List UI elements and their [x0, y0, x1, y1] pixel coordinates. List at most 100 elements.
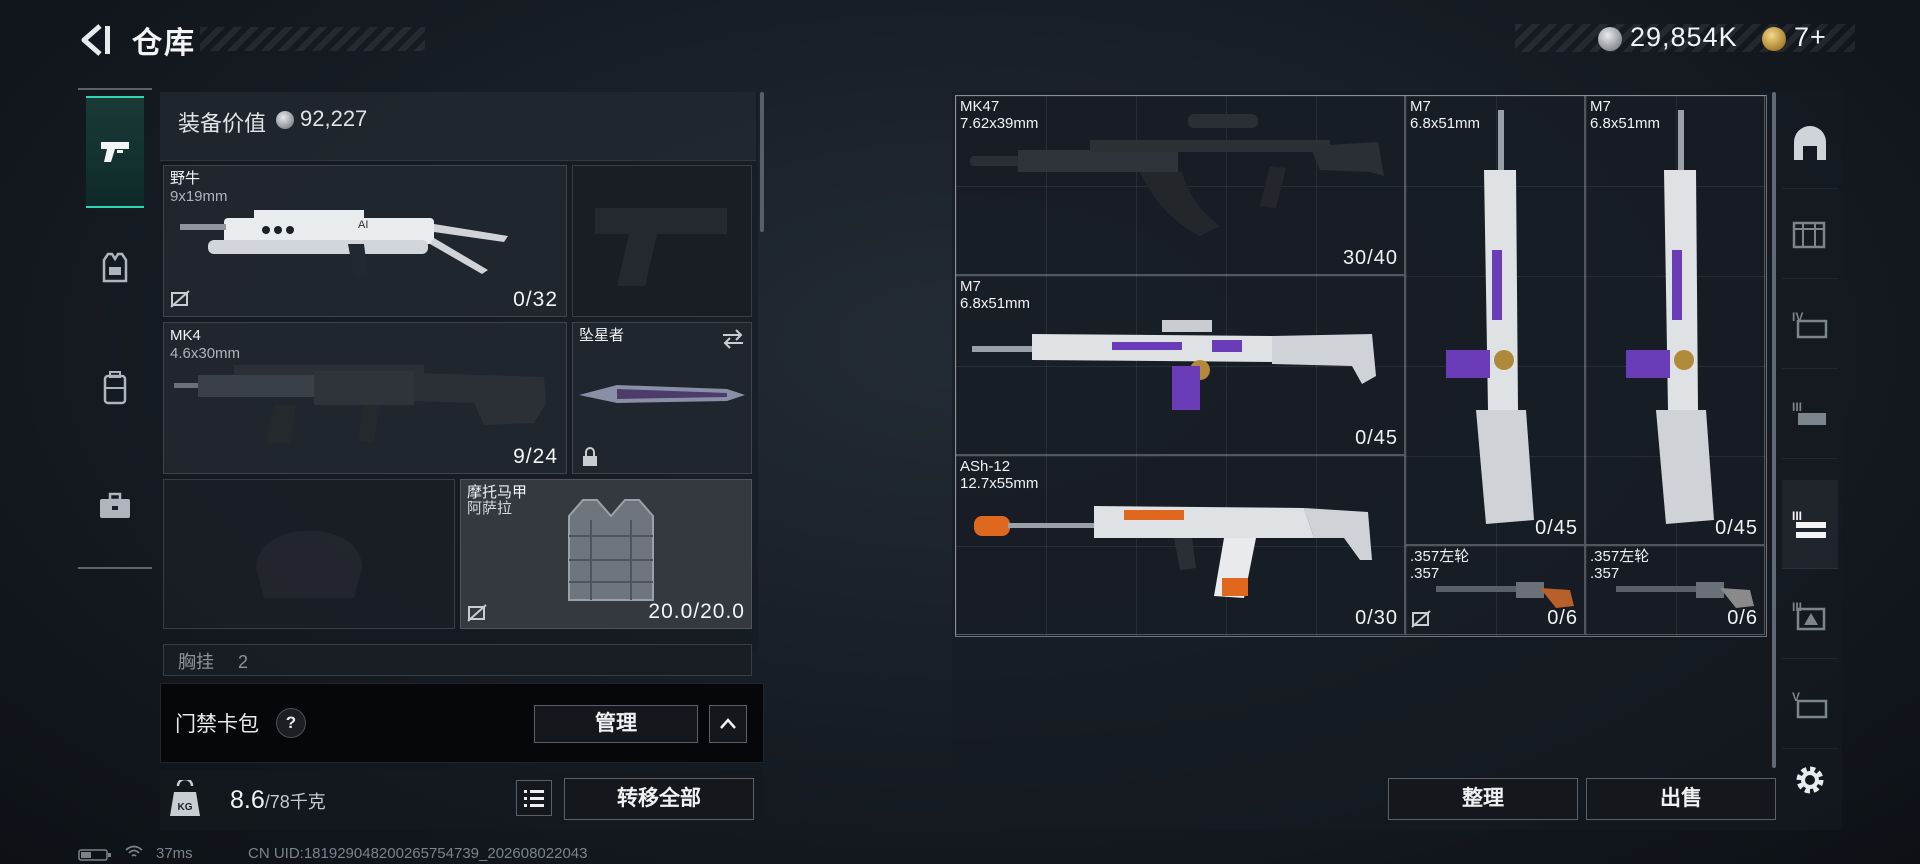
iii-icon: III — [1792, 400, 1826, 425]
category-tab-level-iv[interactable]: IV — [1782, 280, 1838, 369]
category-tab-all[interactable] — [1782, 100, 1838, 189]
title-stripe — [200, 27, 425, 51]
primary-weapon-slot-1[interactable]: 野牛 9x19mm AI 0/32 — [163, 165, 567, 317]
melee-slot[interactable]: 坠星者 — [572, 322, 752, 474]
item-caliber: .357 — [1410, 565, 1440, 582]
category-tab-level-iii[interactable]: III — [1782, 370, 1838, 459]
ii-icon: III — [1792, 509, 1826, 538]
armor-slot[interactable]: 摩托马甲 阿萨拉 20.0/20.0 — [460, 479, 752, 629]
swap-icon[interactable] — [721, 329, 745, 349]
list-icon — [524, 790, 544, 807]
storage-item[interactable]: .357左轮 .357 0/6 — [1405, 545, 1585, 635]
sort-button[interactable]: 整理 — [1388, 778, 1578, 820]
ash12-rifle-icon — [974, 506, 1372, 598]
bunker-icon — [1794, 126, 1826, 160]
item-ammo: 30/40 — [1342, 247, 1398, 269]
iii-b-icon: III — [1792, 600, 1826, 631]
equipment-value: 92,227 — [300, 106, 368, 131]
melee-name: 坠星者 — [579, 327, 625, 344]
svg-text:III: III — [1792, 509, 1802, 523]
silver-currency-value: 29,854K — [1630, 22, 1738, 52]
category-tab-level-v[interactable]: V — [1782, 660, 1838, 749]
transfer-all-button[interactable]: 转移全部 — [564, 778, 754, 820]
m7-rifle-icon — [972, 320, 1376, 410]
item-ammo: 0/45 — [1355, 427, 1398, 449]
ping-value: 37ms — [156, 845, 193, 862]
gold-currency-value[interactable]: 7+ — [1794, 22, 1827, 53]
no-modify-icon — [170, 290, 190, 308]
item-ammo: 0/30 — [1355, 607, 1398, 629]
silver-coin-icon — [1598, 27, 1622, 51]
uid-text: CN UID:181929048200265754739_20260802204… — [248, 845, 588, 862]
item-name: M7 — [1590, 98, 1611, 115]
gear-icon — [1796, 766, 1824, 794]
item-ammo: 0/45 — [1535, 517, 1578, 539]
storage-item[interactable]: M7 6.8x51mm 0/45 — [1405, 95, 1585, 545]
pistol-silhouette-icon — [595, 208, 727, 286]
ammo-count: 9/24 — [513, 445, 558, 468]
no-modify-icon — [467, 604, 487, 622]
armor-sub-name: 阿萨拉 — [467, 500, 513, 517]
mk47-rifle-icon — [970, 114, 1384, 236]
tab-case[interactable] — [86, 452, 144, 560]
category-tab-container[interactable] — [1782, 190, 1838, 279]
rail-bottom-divider — [78, 567, 152, 569]
briefcase-icon — [100, 492, 130, 518]
sidearm-slot-empty[interactable] — [572, 165, 752, 317]
back-arrow-icon — [81, 24, 110, 56]
svg-text:III: III — [1792, 400, 1802, 414]
storage-item[interactable]: ASh-12 12.7x55mm 0/30 — [955, 455, 1431, 635]
primary-weapon-slot-2[interactable]: MK4 4.6x30mm 9/24 — [163, 322, 567, 474]
svg-text:AI: AI — [358, 219, 368, 231]
weight-max: /78千克 — [264, 792, 326, 812]
vest-item-icon — [568, 499, 654, 601]
lock-icon — [583, 447, 597, 466]
storage-item[interactable]: M7 6.8x51mm 0/45 — [955, 275, 1405, 455]
keycard-label: 门禁卡包 — [175, 713, 259, 736]
silver-coin-icon — [276, 111, 294, 129]
chest-rig-count: 2 — [238, 652, 249, 672]
pistol-icon — [101, 142, 129, 162]
list-view-button[interactable] — [516, 780, 552, 816]
helmet-slot-empty[interactable] — [163, 479, 455, 629]
manage-button[interactable]: 管理 — [534, 705, 698, 743]
helmet-silhouette-icon — [256, 530, 362, 598]
m7-rifle-vertical-icon — [1446, 110, 1534, 524]
chest-rig-slot[interactable]: 胸挂 2 — [163, 644, 752, 676]
battery-icon — [78, 849, 111, 861]
settings-button[interactable] — [1792, 762, 1830, 800]
storage-scrollbar[interactable] — [1772, 92, 1776, 768]
v-icon: V — [1792, 690, 1828, 719]
back-button[interactable] — [78, 20, 114, 60]
storage-item[interactable]: M7 6.8x51mm 0/45 — [1585, 95, 1765, 545]
sell-button[interactable]: 出售 — [1586, 778, 1776, 820]
expand-button[interactable] — [709, 705, 747, 743]
tab-backpack[interactable] — [86, 334, 144, 442]
svg-text:KG: KG — [178, 802, 193, 813]
ammo-count: 0/32 — [513, 288, 558, 311]
item-caliber: .357 — [1590, 565, 1620, 582]
tab-armor[interactable] — [86, 214, 144, 322]
iv-icon: IV — [1792, 310, 1828, 339]
page-title: 仓库 — [132, 27, 196, 60]
item-name: M7 — [960, 278, 981, 295]
bizon-smg-icon: AI — [180, 210, 508, 276]
weight-display: 8.6/78千克 — [230, 786, 326, 815]
kg-weight-icon: KG — [170, 780, 200, 816]
tab-weapons[interactable] — [86, 96, 144, 208]
backpack-icon — [103, 371, 127, 405]
gold-coin-icon — [1762, 27, 1786, 51]
loadout-scrollbar[interactable] — [760, 92, 764, 232]
armor-durability: 20.0/20.0 — [648, 600, 745, 623]
item-ammo: 0/6 — [1727, 607, 1758, 629]
mk4-rifle-icon — [174, 365, 546, 443]
item-name: .357左轮 — [1590, 548, 1650, 565]
item-ammo: 0/6 — [1547, 607, 1578, 629]
keycard-help-button[interactable]: ? — [276, 708, 306, 738]
weapon-name: 野牛 — [170, 170, 201, 187]
category-tab-level-ii[interactable]: III — [1782, 480, 1838, 569]
storage-item[interactable]: MK47 7.62x39mm 30/40 — [955, 95, 1405, 275]
category-tab-level-iii-b[interactable]: III — [1782, 570, 1838, 659]
storage-item[interactable]: .357左轮 .357 0/6 — [1585, 545, 1765, 635]
wifi-icon — [125, 845, 143, 857]
